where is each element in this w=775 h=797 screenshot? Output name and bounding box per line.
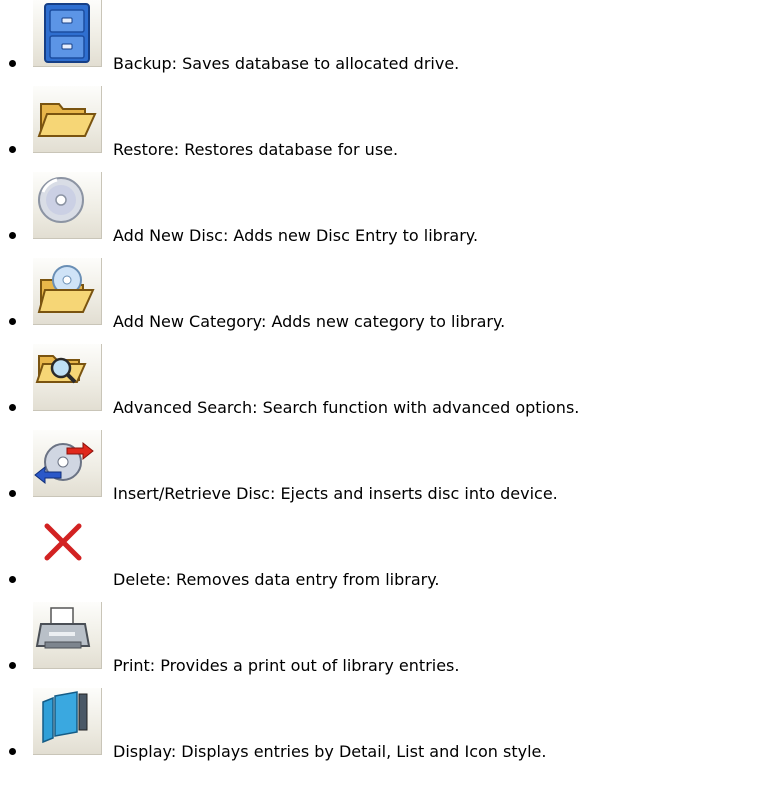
item-label: Add New Category: Adds new category to l…: [113, 312, 506, 331]
list-item-backup: Backup: Saves database to allocated driv…: [0, 0, 775, 76]
list-item-add-new-disc: Add New Disc: Adds new Disc Entry to lib…: [0, 172, 775, 248]
bullet: [9, 232, 16, 239]
item-label: Advanced Search: Search function with ad…: [113, 398, 580, 417]
list-item-advanced-search: Advanced Search: Search function with ad…: [0, 344, 775, 420]
folder-with-disc-icon[interactable]: [33, 258, 102, 325]
item-label: Display: Displays entries by Detail, Lis…: [113, 742, 547, 761]
item-label: Add New Disc: Adds new Disc Entry to lib…: [113, 226, 479, 245]
filing-cabinet-icon[interactable]: [33, 0, 102, 67]
list-item-display: Display: Displays entries by Detail, Lis…: [0, 688, 775, 764]
bullet: [9, 318, 16, 325]
item-label: Insert/Retrieve Disc: Ejects and inserts…: [113, 484, 558, 503]
bullet: [9, 748, 16, 755]
list-item-delete: Delete: Removes data entry from library.: [0, 516, 775, 592]
list-item-print: Print: Provides a print out of library e…: [0, 602, 775, 678]
folder-search-icon[interactable]: [33, 344, 102, 411]
bullet: [9, 60, 16, 67]
bullet: [9, 662, 16, 669]
display-view-icon[interactable]: [33, 688, 102, 755]
bullet: [9, 146, 16, 153]
printer-icon[interactable]: [33, 602, 102, 669]
item-label: Backup: Saves database to allocated driv…: [113, 54, 460, 73]
open-folder-icon[interactable]: [33, 86, 102, 153]
list-item-insert-retrieve-disc: Insert/Retrieve Disc: Ejects and inserts…: [0, 430, 775, 506]
red-x-icon[interactable]: [33, 516, 101, 582]
bullet: [9, 490, 16, 497]
item-label: Restore: Restores database for use.: [113, 140, 399, 159]
bullet: [9, 404, 16, 411]
disc-arrows-icon[interactable]: [33, 430, 102, 497]
list-item-restore: Restore: Restores database for use.: [0, 86, 775, 162]
disc-icon[interactable]: [33, 172, 102, 239]
item-label: Print: Provides a print out of library e…: [113, 656, 460, 675]
list-item-add-new-category: Add New Category: Adds new category to l…: [0, 258, 775, 334]
bullet: [9, 576, 16, 583]
item-label: Delete: Removes data entry from library.: [113, 570, 440, 589]
